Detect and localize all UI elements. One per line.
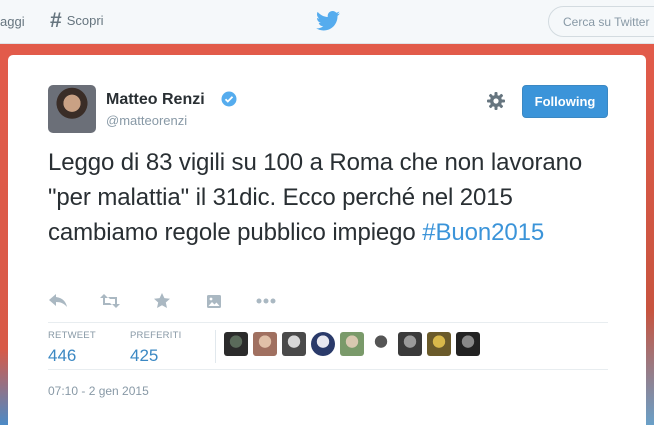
backdrop-left	[0, 44, 8, 425]
favorite-icon	[154, 293, 170, 308]
author-name[interactable]: Matteo Renzi	[106, 91, 205, 109]
tweet-card: Matteo Renzi @matteorenzi Following Legg…	[8, 55, 646, 425]
tweet-text: Leggo di 83 vigili su 100 a Roma che non…	[48, 145, 620, 250]
nav-discover-link[interactable]: # Scopri	[50, 10, 104, 31]
verified-icon	[221, 91, 237, 107]
divider	[48, 322, 608, 323]
favoriter-avatar[interactable]	[369, 332, 393, 356]
tweet-timestamp[interactable]: 07:10 - 2 gen 2015	[48, 384, 149, 398]
hashtag-icon: #	[50, 9, 62, 32]
following-button[interactable]: Following	[522, 85, 608, 118]
retweet-stat[interactable]: RETWEET 446	[48, 330, 96, 366]
gear-icon[interactable]	[486, 91, 506, 111]
divider	[215, 330, 216, 363]
favoriter-avatar[interactable]	[427, 332, 451, 356]
avatar[interactable]	[48, 85, 96, 133]
favoriters-avatars	[224, 332, 485, 356]
more-icon	[256, 298, 276, 304]
photo-button[interactable]	[204, 292, 224, 310]
divider	[48, 369, 608, 370]
twitter-bird-icon[interactable]	[316, 10, 340, 32]
favoriter-avatar[interactable]	[340, 332, 364, 356]
favorite-button[interactable]	[152, 292, 172, 310]
author-handle[interactable]: @matteorenzi	[106, 113, 187, 128]
tweet-actions	[48, 291, 308, 311]
favoriter-avatar[interactable]	[253, 332, 277, 356]
favoriter-avatar[interactable]	[456, 332, 480, 356]
favoriter-avatar[interactable]	[282, 332, 306, 356]
favorite-stat[interactable]: PREFERITI 425	[130, 330, 181, 366]
favoriter-avatar[interactable]	[311, 332, 335, 356]
retweet-button[interactable]	[100, 292, 120, 310]
retweet-stat-count: 446	[48, 346, 77, 365]
favorite-stat-count: 425	[130, 346, 159, 365]
favoriter-avatar[interactable]	[398, 332, 422, 356]
nav-messages-link[interactable]: aggi	[0, 14, 25, 29]
nav-discover-label: Scopri	[66, 13, 104, 28]
photo-icon	[207, 294, 221, 308]
reply-button[interactable]	[48, 292, 68, 310]
retweet-icon	[100, 294, 120, 308]
more-button[interactable]	[256, 292, 276, 310]
favoriter-avatar[interactable]	[224, 332, 248, 356]
reply-icon	[49, 294, 67, 307]
favorite-stat-label: PREFERITI	[130, 330, 182, 341]
search-input[interactable]: Cerca su Twitter	[548, 6, 654, 37]
retweet-stat-label: RETWEET	[48, 330, 96, 341]
hashtag-link[interactable]: #Buon2015	[422, 219, 544, 246]
top-navigation-bar: aggi # Scopri Cerca su Twitter	[0, 0, 654, 44]
